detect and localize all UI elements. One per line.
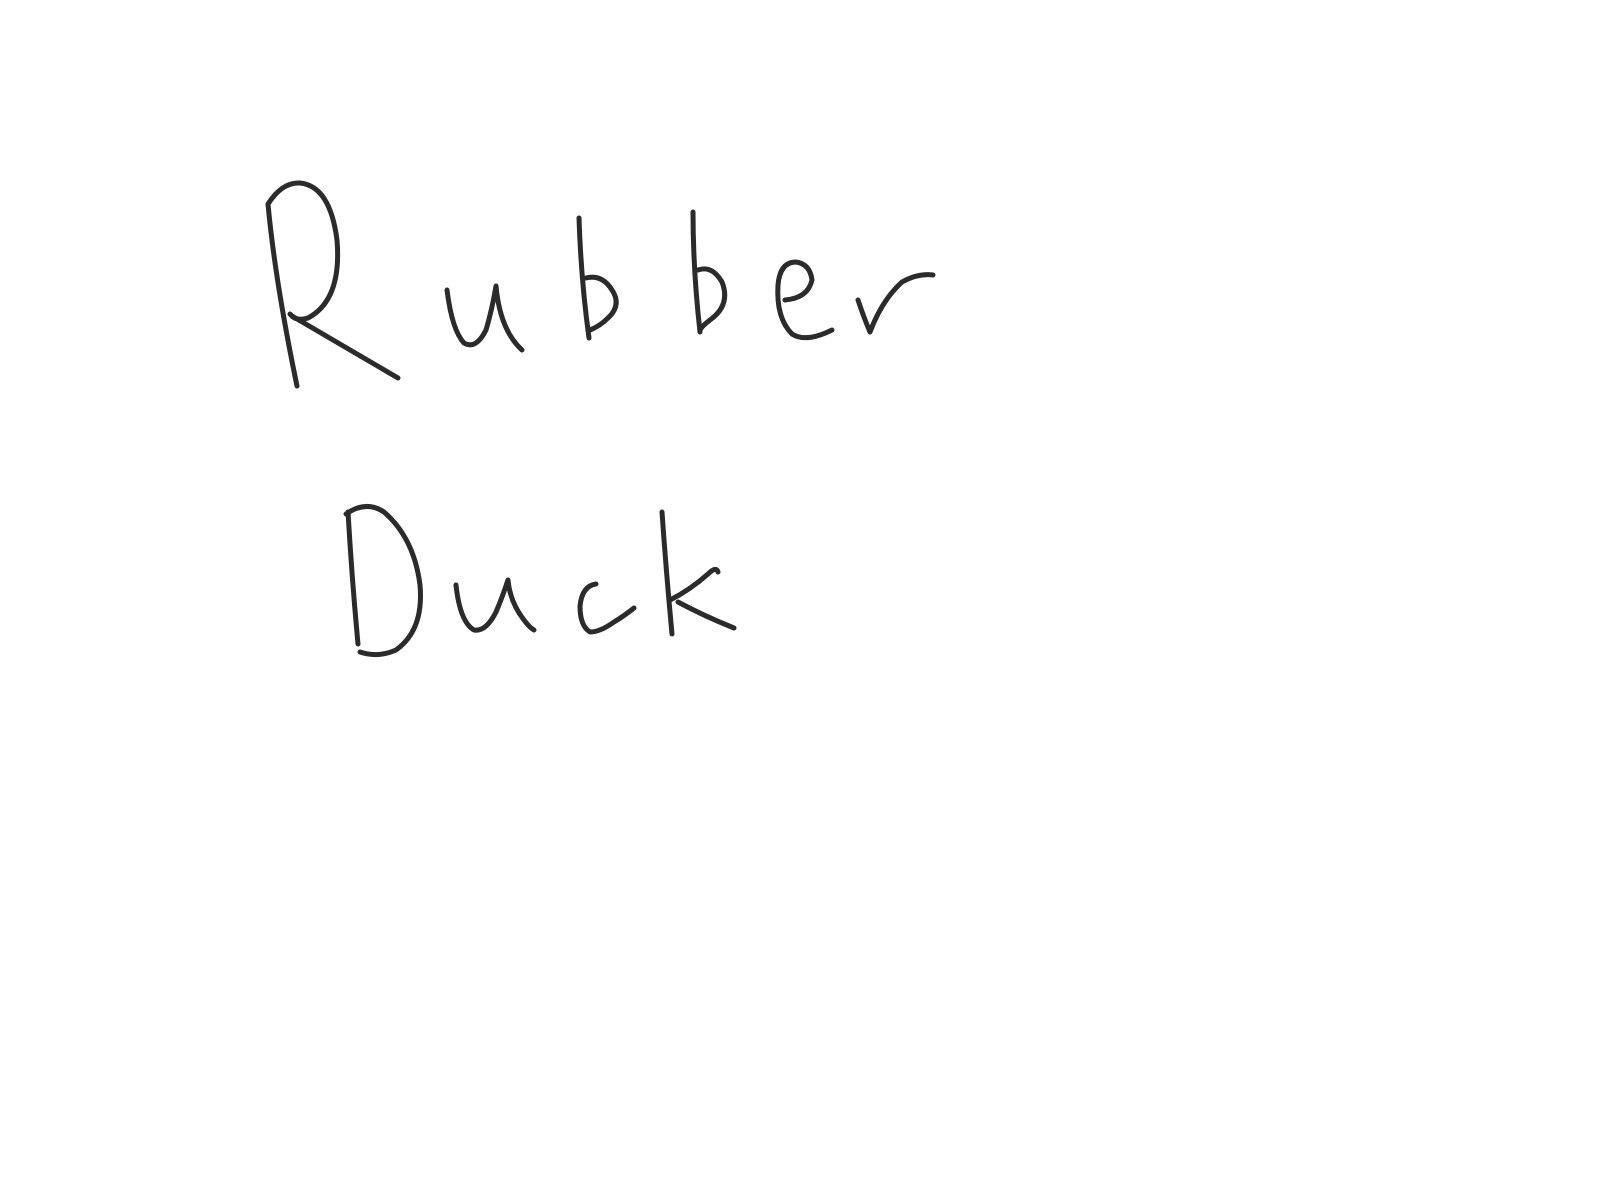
glyph-e [775, 259, 835, 341]
glyph-c [577, 581, 637, 635]
glyph-b-1 [576, 215, 619, 341]
glyph-u-2 [453, 577, 537, 633]
glyph-R [265, 180, 401, 389]
glyph-r [855, 272, 936, 335]
handwritten-text [265, 180, 936, 658]
glyph-u [444, 283, 525, 353]
glyph-D [343, 504, 423, 658]
handwritten-word-duck [343, 504, 737, 658]
glyph-k [659, 509, 737, 637]
drawing-canvas[interactable]: Rubber Duck [0, 0, 1600, 1200]
handwritten-word-rubber [265, 180, 936, 389]
glyph-b-2 [690, 209, 728, 335]
